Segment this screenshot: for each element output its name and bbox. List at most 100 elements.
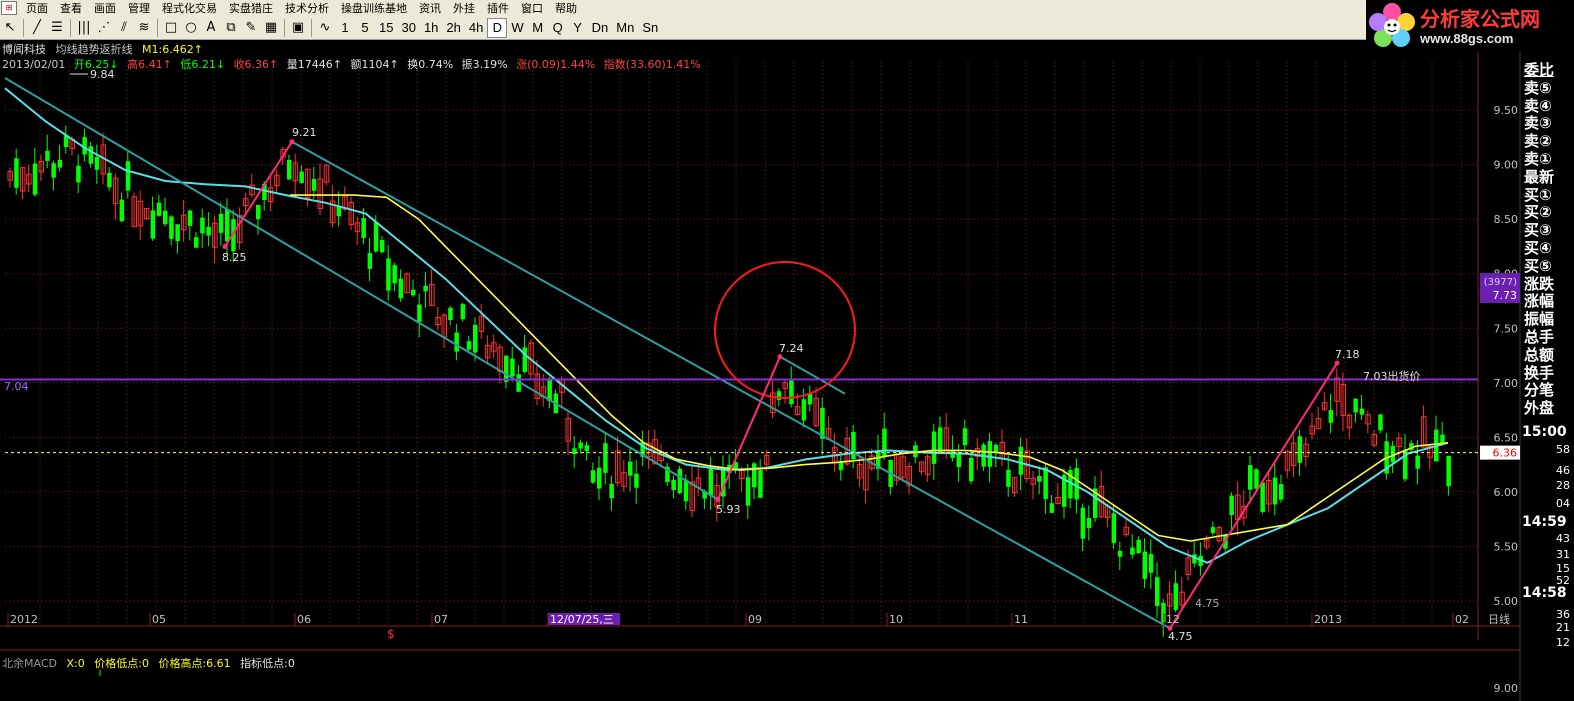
quote-panel-item[interactable]: 最新: [1522, 168, 1574, 187]
period-button-2h[interactable]: 2h: [442, 18, 464, 38]
time-axis-label: 06: [297, 613, 311, 626]
menu-item-10[interactable]: 插件: [481, 0, 515, 16]
candle-down: [1359, 408, 1365, 415]
period-label: 日线: [1488, 612, 1510, 626]
quote-panel-item[interactable]: 卖①: [1522, 150, 1574, 169]
period-button-4h[interactable]: 4h: [465, 18, 487, 38]
app-icon[interactable]: ⊞: [1, 1, 17, 15]
quote-panel-item[interactable]: 卖③: [1522, 115, 1574, 133]
quote-panel-item[interactable]: 委比: [1522, 61, 1574, 80]
quote-panel-item[interactable]: 涨幅: [1522, 293, 1574, 311]
dollar-marker: $: [387, 627, 395, 641]
period-button-mn[interactable]: Mn: [612, 18, 638, 38]
price-axis-label: 6.50: [1494, 431, 1519, 444]
period-button-1[interactable]: 1: [335, 18, 355, 38]
formula-name[interactable]: 均线趋势返折线: [56, 43, 133, 56]
time-axis-label: 12/07/25,三: [550, 613, 614, 626]
kline-chart[interactable]: 9.849.218.255.937.24 7.184.754.757.03出货价7…: [0, 0, 1574, 701]
channel-tool-icon[interactable]: ⫽: [114, 18, 134, 38]
period-button-30[interactable]: 30: [397, 18, 419, 38]
candle-down: [466, 341, 472, 350]
candle-down: [1117, 550, 1123, 557]
quote-panel-item[interactable]: 振幅: [1522, 310, 1574, 329]
count-tag-price: 7.73: [1493, 289, 1518, 302]
menu-item-7[interactable]: 操盘训练基地: [335, 0, 413, 16]
sell-price-label: 7.03出货价: [1363, 369, 1421, 383]
period-button-q[interactable]: Q: [548, 18, 568, 38]
save-tool-icon[interactable]: ▣: [288, 18, 308, 38]
period-button-sn[interactable]: Sn: [638, 18, 662, 38]
quote-panel-item[interactable]: 买①: [1522, 186, 1574, 205]
indicator-index-low: 指标低点:0: [240, 657, 295, 670]
stock-name[interactable]: 博闻科技: [2, 43, 46, 56]
text-tool-icon[interactable]: A: [201, 18, 221, 38]
menu-item-1[interactable]: 查看: [54, 0, 88, 16]
period-button-15[interactable]: 15: [375, 18, 397, 38]
menu-item-12[interactable]: 帮助: [549, 0, 583, 16]
pen-tool-icon[interactable]: ✎: [241, 18, 261, 38]
menu-item-6[interactable]: 技术分析: [279, 0, 335, 16]
quote-panel-item[interactable]: 买②: [1522, 204, 1574, 222]
period-button-y[interactable]: Y: [568, 18, 588, 38]
menu-item-3[interactable]: 管理: [122, 0, 156, 16]
candle-down: [547, 378, 552, 402]
site-logo: 分析家公式网 www.88gs.com: [1366, 0, 1574, 52]
quote-panel-item[interactable]: 分笔: [1522, 382, 1574, 400]
candle-down: [956, 452, 962, 467]
period-button-m[interactable]: M: [528, 18, 548, 38]
fan-tool-icon[interactable]: ⋰: [94, 18, 114, 38]
candle-down: [745, 477, 751, 506]
quote-panel-item[interactable]: 卖④: [1522, 97, 1574, 116]
menu-item-11[interactable]: 窗口: [515, 0, 549, 16]
menu-item-2[interactable]: 画面: [88, 0, 122, 16]
menu-item-8[interactable]: 资讯: [413, 0, 447, 16]
indicator-axis-label: 9.00: [1494, 682, 1519, 695]
menu-item-4[interactable]: 程式化交易: [156, 0, 223, 16]
period-button-1h[interactable]: 1h: [420, 18, 442, 38]
price-axis-label: 6.00: [1494, 486, 1519, 499]
quote-panel-item[interactable]: 换手: [1522, 364, 1574, 383]
hline-tool-icon[interactable]: ☰: [47, 18, 67, 38]
copy-tool-icon[interactable]: ⧉: [221, 18, 241, 38]
menu-item-5[interactable]: 实盘猎庄: [223, 0, 279, 16]
candle-down: [590, 470, 596, 483]
period-button-dn[interactable]: Dn: [588, 18, 613, 38]
quote-date: 2013/02/01: [2, 58, 66, 71]
quote-panel-item[interactable]: 买⑤: [1522, 257, 1574, 276]
candle-down: [938, 427, 943, 453]
period-button-w[interactable]: W: [507, 18, 527, 38]
quote-panel-item[interactable]: 买④: [1522, 239, 1574, 258]
quote-panel-item[interactable]: 涨跌: [1522, 275, 1574, 294]
quote-panel-item[interactable]: 总手: [1522, 328, 1574, 347]
quote-panel-item[interactable]: 卖⑤: [1522, 79, 1574, 98]
quote-panel-item[interactable]: 买③: [1522, 221, 1574, 240]
menu-item-9[interactable]: 外挂: [447, 0, 481, 16]
period-button-d[interactable]: D: [487, 17, 508, 38]
candle-down: [1297, 436, 1303, 463]
quote-panel-item[interactable]: 外盘: [1522, 399, 1574, 418]
candle-down: [51, 163, 56, 178]
cursor-tool-icon[interactable]: ↖: [0, 18, 20, 38]
fib-tool-icon[interactable]: ≋: [134, 18, 154, 38]
tick-second-label: 31: [1556, 548, 1570, 561]
period-button-5[interactable]: 5: [355, 18, 375, 38]
indicator-name[interactable]: 北余MACD: [2, 657, 57, 670]
menu-item-0[interactable]: 页面: [20, 0, 54, 16]
candle-down: [256, 205, 261, 220]
line-tool-icon[interactable]: ╱: [27, 18, 47, 38]
zigzag-point: [222, 243, 228, 249]
quote-panel-item[interactable]: 卖②: [1522, 132, 1574, 151]
candle-down: [94, 156, 100, 170]
price-axis-label: 7.00: [1494, 377, 1519, 390]
time-axis-label: 2012: [10, 613, 38, 626]
candle-down: [1111, 513, 1117, 543]
bars-tool-icon[interactable]: |||: [74, 18, 94, 38]
palette-tool-icon[interactable]: ▦: [261, 18, 281, 38]
rect-tool-icon[interactable]: □: [161, 18, 181, 38]
candle-down: [578, 442, 583, 449]
candle-down: [156, 202, 162, 216]
candle-down: [200, 217, 205, 234]
wave-tool-icon[interactable]: ∿: [315, 18, 335, 38]
quote-panel-item[interactable]: 总额: [1522, 346, 1574, 365]
ellipse-tool-icon[interactable]: ○: [181, 18, 201, 38]
